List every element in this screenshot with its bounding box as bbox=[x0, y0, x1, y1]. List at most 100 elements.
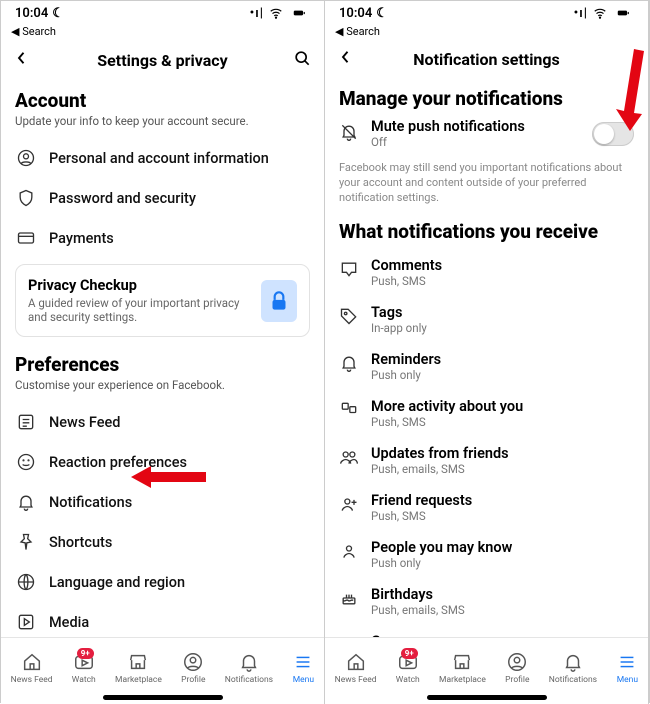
home-indicator bbox=[103, 695, 223, 700]
notif-row-comment[interactable]: Comments Push, SMS bbox=[339, 249, 634, 296]
tab-bell[interactable]: Notifications bbox=[225, 651, 273, 685]
notif-row-tag[interactable]: Tags In-app only bbox=[339, 296, 634, 343]
pref-row-pin[interactable]: Shortcuts bbox=[15, 522, 310, 562]
account-sub: Update your info to keep your account se… bbox=[15, 114, 310, 128]
home-indicator bbox=[427, 695, 547, 700]
tab-watch[interactable]: 9+ Watch bbox=[72, 651, 96, 685]
tab-menu[interactable]: Menu bbox=[616, 651, 638, 685]
tab-label: Marketplace bbox=[439, 675, 486, 685]
pin-icon bbox=[15, 531, 37, 553]
tab-bell[interactable]: Notifications bbox=[549, 651, 597, 685]
tab-home[interactable]: News Feed bbox=[11, 651, 53, 685]
tab-label: News Feed bbox=[335, 675, 377, 685]
row-label: Password and security bbox=[49, 190, 196, 207]
back-to-search[interactable]: ◀ Search bbox=[325, 25, 648, 42]
status-bar: 10:04 ☾ •ı| bbox=[325, 1, 648, 25]
wifi-icon bbox=[268, 6, 284, 20]
receive-heading: What notifications you receive bbox=[339, 220, 634, 243]
row-label: Reaction preferences bbox=[49, 454, 187, 471]
tab-market[interactable]: Marketplace bbox=[115, 651, 162, 685]
bell-icon bbox=[339, 353, 359, 377]
activity-icon bbox=[339, 400, 359, 424]
cellular-signal-icon: •ı| bbox=[574, 6, 588, 21]
bell-mute-icon bbox=[339, 122, 359, 146]
notif-row-birthday[interactable]: Birthdays Push, emails, SMS bbox=[339, 578, 634, 625]
tab-label: Menu bbox=[617, 675, 638, 685]
notif-row-people[interactable]: People you may know Push only bbox=[339, 531, 634, 578]
tab-home[interactable]: News Feed bbox=[335, 651, 377, 685]
pref-row-media[interactable]: Media bbox=[15, 602, 310, 637]
notif-sub: Push, emails, SMS bbox=[371, 462, 509, 476]
cellular-signal-icon: •ı| bbox=[250, 6, 264, 21]
notif-row-add-friend[interactable]: Friend requests Push, SMS bbox=[339, 484, 634, 531]
bell-icon bbox=[562, 651, 584, 673]
tab-watch[interactable]: 9+ Watch bbox=[396, 651, 420, 685]
dnd-moon-icon: ☾ bbox=[52, 6, 64, 21]
row-label: Payments bbox=[49, 230, 114, 247]
notif-sub: Push, SMS bbox=[371, 415, 523, 429]
row-label: Media bbox=[49, 614, 89, 631]
globe-icon bbox=[15, 571, 37, 593]
pref-row-feed[interactable]: News Feed bbox=[15, 402, 310, 442]
row-label: Shortcuts bbox=[49, 534, 112, 551]
notif-row-activity[interactable]: More activity about you Push, SMS bbox=[339, 390, 634, 437]
status-time: 10:04 bbox=[15, 6, 48, 21]
notif-sub: Push, SMS bbox=[371, 509, 472, 523]
account-row-credit-card[interactable]: Payments bbox=[15, 218, 310, 258]
mute-status: Off bbox=[371, 135, 580, 149]
notif-title: Tags bbox=[371, 304, 427, 321]
market-icon bbox=[451, 651, 473, 673]
notif-row-bell[interactable]: Reminders Push only bbox=[339, 343, 634, 390]
mute-toggle[interactable] bbox=[592, 122, 634, 146]
notif-sub: Push, SMS bbox=[371, 274, 442, 288]
notif-title: More activity about you bbox=[371, 398, 523, 415]
notif-sub: In-app only bbox=[371, 321, 427, 335]
account-row-shield[interactable]: Password and security bbox=[15, 178, 310, 218]
market-icon bbox=[127, 651, 149, 673]
notif-row-friends[interactable]: Updates from friends Push, emails, SMS bbox=[339, 437, 634, 484]
notif-title: People you may know bbox=[371, 539, 512, 556]
tab-label: Menu bbox=[293, 675, 314, 685]
back-button[interactable] bbox=[337, 48, 357, 71]
home-icon bbox=[345, 651, 367, 673]
notif-title: Birthdays bbox=[371, 586, 465, 603]
add-friend-icon bbox=[339, 494, 359, 518]
tab-market[interactable]: Marketplace bbox=[439, 651, 486, 685]
account-row-user-circle[interactable]: Personal and account information bbox=[15, 138, 310, 178]
bell-icon bbox=[238, 651, 260, 673]
mute-push-row[interactable]: Mute push notifications Off bbox=[339, 110, 634, 155]
tab-menu[interactable]: Menu bbox=[292, 651, 314, 685]
notif-row-group[interactable]: Groups Push, emails, SMS bbox=[339, 625, 634, 637]
tab-profile[interactable]: Profile bbox=[181, 651, 205, 685]
phone-left: 10:04 ☾ •ı| ◀ Search Settings & privacy … bbox=[1, 1, 325, 704]
row-label: Notifications bbox=[49, 494, 132, 511]
notif-sub: Push only bbox=[371, 368, 441, 382]
tab-label: Notifications bbox=[225, 675, 273, 685]
tag-icon bbox=[339, 306, 359, 330]
tab-label: Notifications bbox=[549, 675, 597, 685]
user-circle-icon bbox=[15, 147, 37, 169]
pref-row-bell[interactable]: Notifications bbox=[15, 482, 310, 522]
notif-sub: Push, emails, SMS bbox=[371, 603, 465, 617]
preferences-sub: Customise your experience on Facebook. bbox=[15, 378, 310, 392]
mute-title: Mute push notifications bbox=[371, 118, 580, 135]
people-icon bbox=[339, 541, 359, 565]
wifi-icon bbox=[592, 6, 608, 20]
tab-label: Watch bbox=[396, 675, 420, 685]
notif-title: Comments bbox=[371, 257, 442, 274]
status-time: 10:04 bbox=[339, 6, 372, 21]
preferences-heading: Preferences bbox=[15, 353, 310, 376]
tab-label: News Feed bbox=[11, 675, 53, 685]
back-to-search[interactable]: ◀ Search bbox=[1, 25, 324, 42]
tab-bar: News Feed 9+ Watch Marketplace Profile N… bbox=[1, 637, 324, 693]
comment-icon bbox=[339, 259, 359, 283]
pref-row-smile[interactable]: Reaction preferences bbox=[15, 442, 310, 482]
privacy-card-sub: A guided review of your important privac… bbox=[28, 296, 251, 324]
search-button[interactable] bbox=[292, 48, 312, 73]
account-heading: Account bbox=[15, 89, 310, 112]
pref-row-globe[interactable]: Language and region bbox=[15, 562, 310, 602]
tab-profile[interactable]: Profile bbox=[505, 651, 529, 685]
privacy-checkup-card[interactable]: Privacy Checkup A guided review of your … bbox=[15, 264, 310, 337]
home-icon bbox=[21, 651, 43, 673]
back-button[interactable] bbox=[13, 49, 33, 72]
